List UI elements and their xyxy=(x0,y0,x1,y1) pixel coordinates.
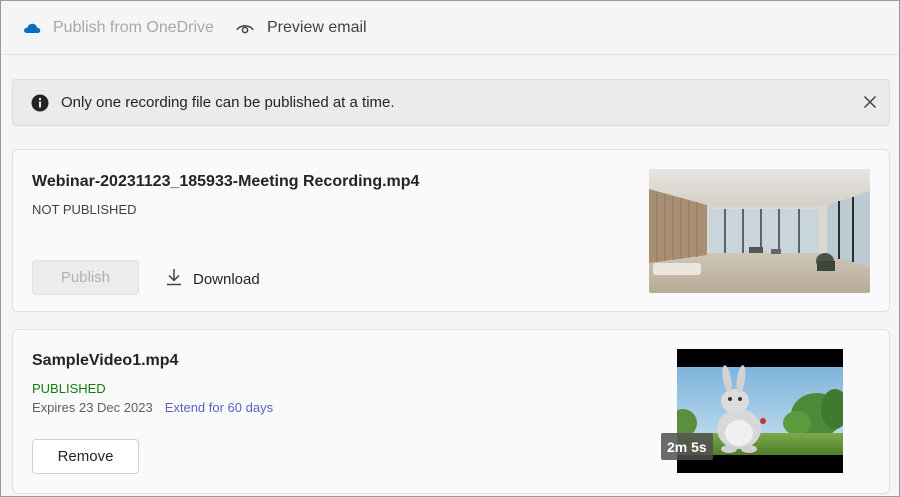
download-icon xyxy=(165,267,183,291)
recording-card: Webinar-20231123_185933-Meeting Recordin… xyxy=(12,149,890,312)
status-badge: PUBLISHED xyxy=(32,381,106,396)
recording-title: Webinar-20231123_185933-Meeting Recordin… xyxy=(32,173,420,190)
publish-from-onedrive-label: Publish from OneDrive xyxy=(53,19,214,36)
preview-email-label: Preview email xyxy=(267,19,367,36)
video-thumbnail[interactable] xyxy=(649,169,870,293)
expiry-date: Expires 23 Dec 2023 xyxy=(32,400,153,415)
extend-link[interactable]: Extend for 60 days xyxy=(165,400,273,415)
info-banner: Only one recording file can be published… xyxy=(12,79,890,126)
download-label: Download xyxy=(193,270,260,288)
duration-badge: 2m 5s xyxy=(661,433,713,460)
download-button[interactable]: Download xyxy=(165,267,260,291)
info-icon xyxy=(31,94,49,117)
recording-title: SampleVideo1.mp4 xyxy=(32,352,179,369)
top-toolbar: Publish from OneDrive Preview email xyxy=(1,1,899,55)
close-icon[interactable] xyxy=(861,93,879,116)
remove-button[interactable]: Remove xyxy=(32,439,139,474)
preview-email-button[interactable]: Preview email xyxy=(235,15,367,41)
publish-button[interactable]: Publish xyxy=(32,260,139,295)
expiry-row: Expires 23 Dec 2023 Extend for 60 days xyxy=(32,400,273,415)
status-badge: NOT PUBLISHED xyxy=(32,202,137,217)
banner-message: Only one recording file can be published… xyxy=(61,94,395,111)
eye-icon xyxy=(235,21,255,35)
publish-from-onedrive-button[interactable]: Publish from OneDrive xyxy=(23,15,214,41)
recording-card: SampleVideo1.mp4 PUBLISHED Expires 23 De… xyxy=(12,329,890,494)
onedrive-cloud-icon xyxy=(23,22,41,34)
